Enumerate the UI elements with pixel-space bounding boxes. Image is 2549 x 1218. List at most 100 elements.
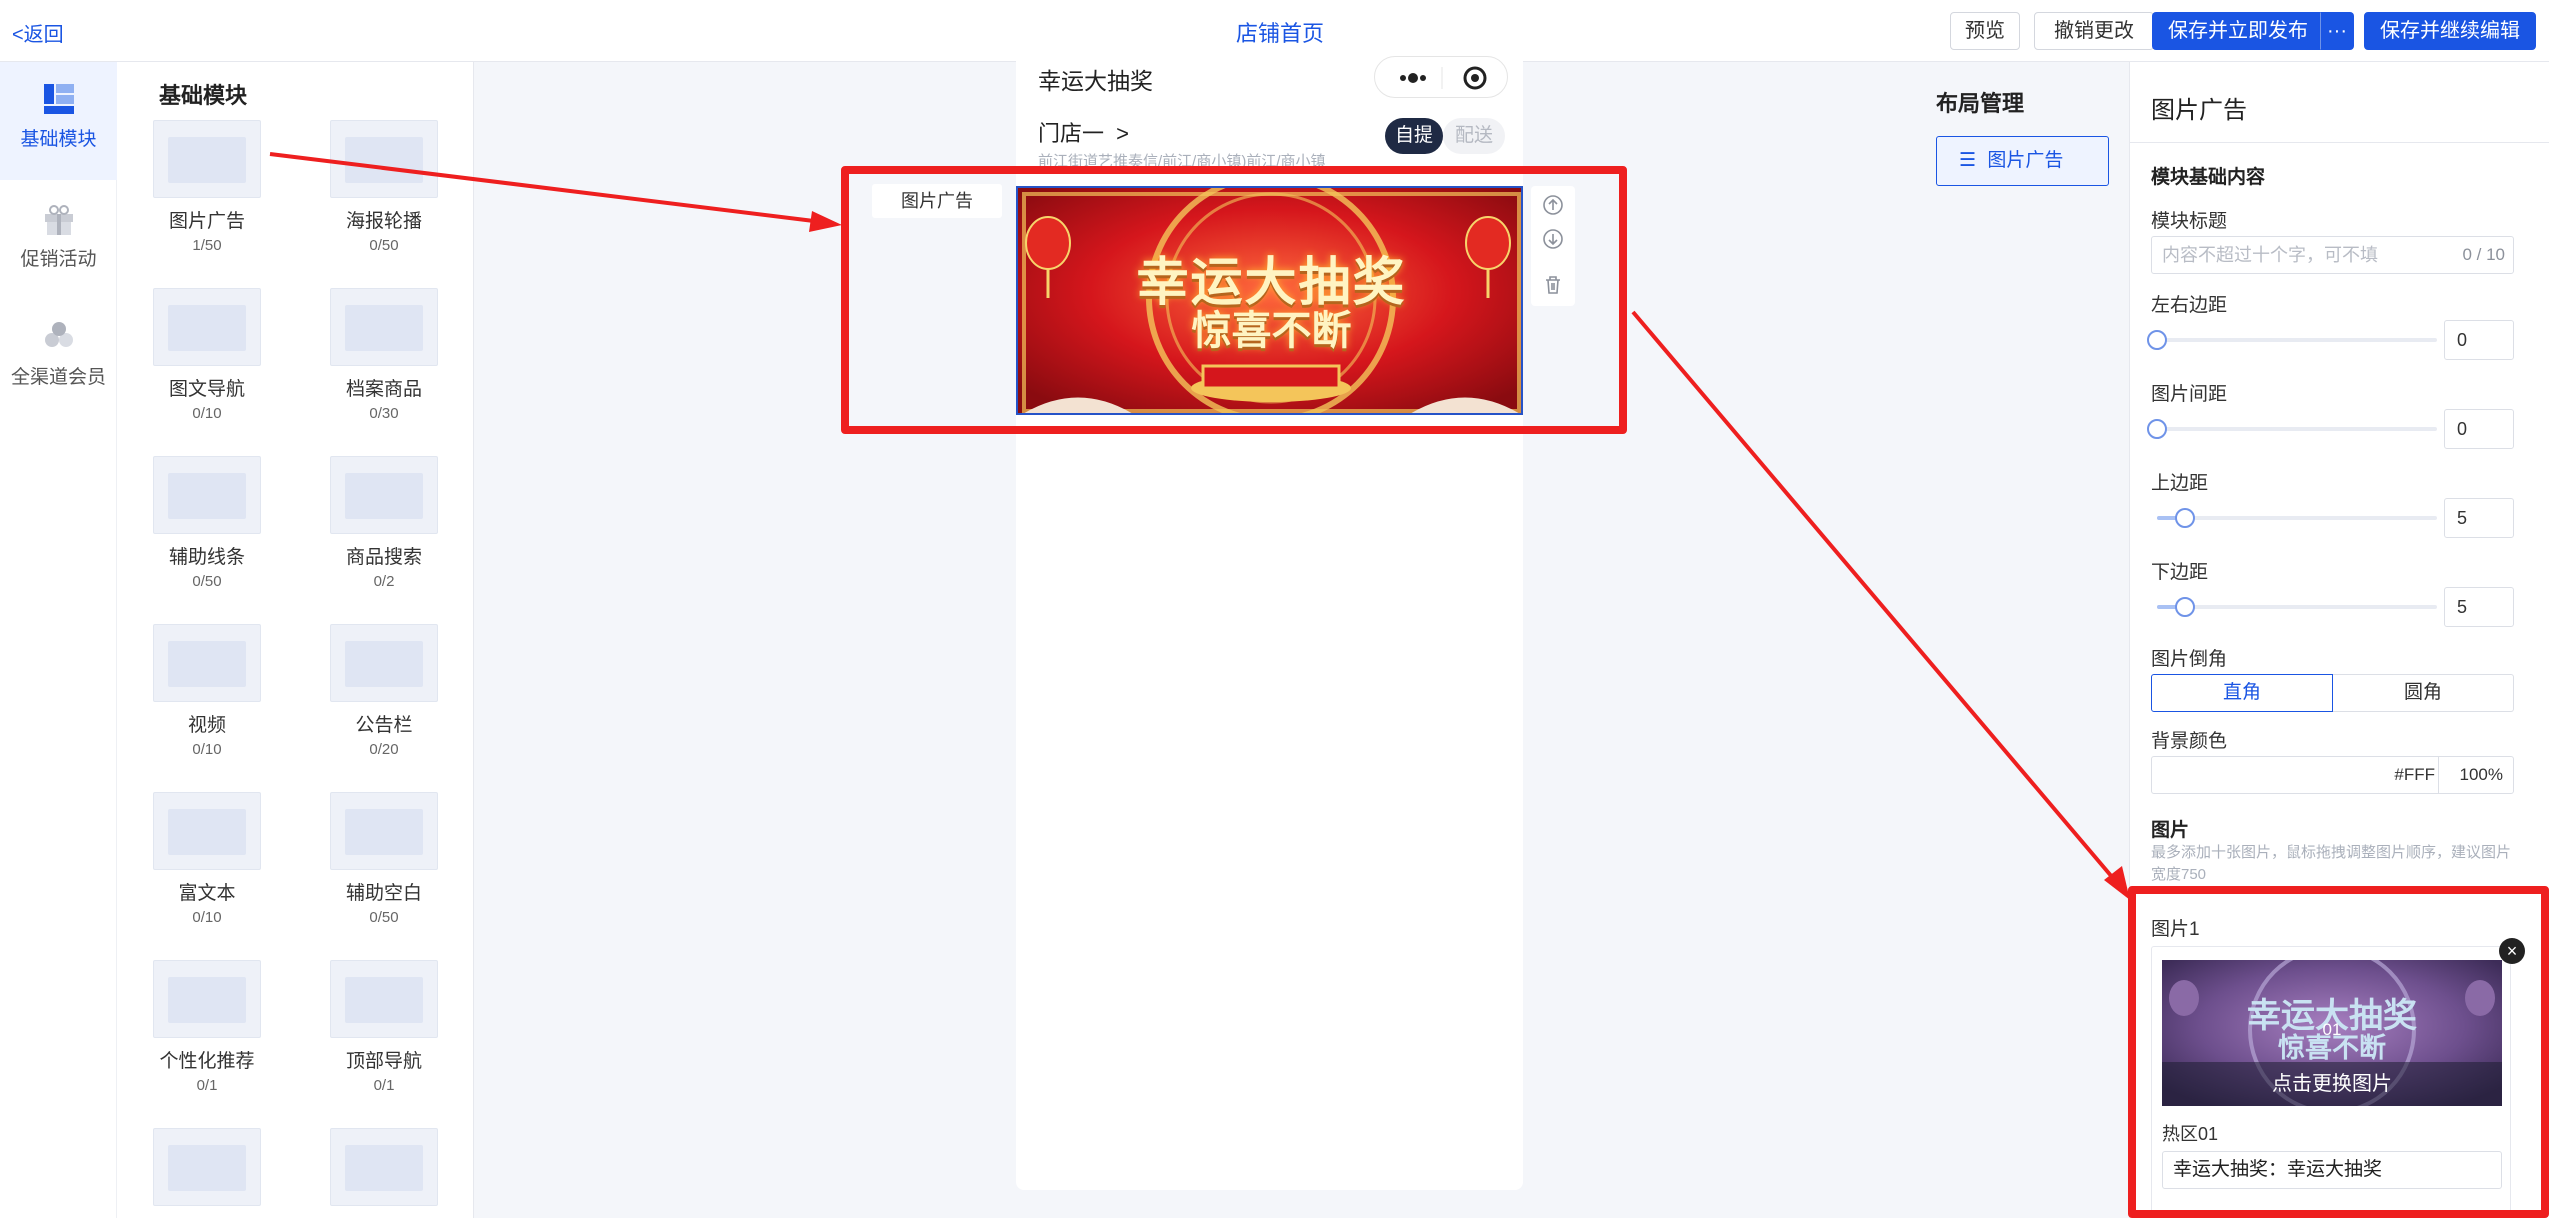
bottom-margin-label: 下边距 <box>2151 562 2209 583</box>
module-item[interactable]: 视频 0/10 <box>137 624 277 758</box>
gift-icon <box>44 205 73 235</box>
module-thumbnail <box>330 288 438 366</box>
rail-item-members[interactable]: 全渠道会员 <box>0 320 117 420</box>
module-item[interactable]: 辅助线条 0/50 <box>137 456 277 590</box>
divider <box>2129 142 2549 143</box>
bg-color-picker[interactable]: #FFF 100% <box>2151 756 2514 794</box>
module-item[interactable]: 图片广告 1/50 <box>137 120 277 254</box>
module-thumbnail <box>153 1128 261 1206</box>
module-name: 档案商品 <box>345 379 422 400</box>
module-thumbnail <box>330 456 438 534</box>
tab-store-home[interactable]: 店铺首页 <box>1236 16 1325 57</box>
layout-item-image-ad[interactable]: ☰ 图片广告 <box>1936 136 2109 186</box>
module-thumbnail <box>330 120 438 198</box>
slider-knob[interactable] <box>2147 419 2167 439</box>
member-icon <box>44 322 73 347</box>
more-dots-icon <box>1400 66 1487 90</box>
slider-knob[interactable] <box>2175 597 2195 617</box>
more-options-button[interactable]: ··· <box>2320 12 2354 50</box>
module-name: 顶部导航 <box>345 1051 422 1072</box>
module-count: 0/50 <box>369 909 399 926</box>
annotation-box-canvas <box>841 166 1627 434</box>
top-margin-label: 上边距 <box>2151 473 2209 494</box>
module-thumbnail <box>153 792 261 870</box>
module-count: 1/50 <box>192 237 222 254</box>
rail-label: 基础模块 <box>20 129 97 150</box>
module-name: 图文导航 <box>168 379 245 400</box>
store-name: 门店一 <box>1038 121 1105 146</box>
module-item[interactable] <box>314 1128 454 1214</box>
module-thumbnail <box>153 456 261 534</box>
list-icon: ☰ <box>1959 150 1977 171</box>
modules-icon <box>43 84 74 114</box>
chevron-right-icon: > <box>1116 121 1129 146</box>
module-item[interactable]: 海报轮播 0/50 <box>314 120 454 254</box>
preview-button[interactable]: 预览 <box>1950 12 2020 50</box>
save-publish-button[interactable]: 保存并立即发布 <box>2152 12 2324 50</box>
section-images: 图片 <box>2151 820 2190 841</box>
module-item[interactable]: 辅助空白 0/50 <box>314 792 454 926</box>
module-item[interactable]: 档案商品 0/30 <box>314 288 454 422</box>
module-count: 0/50 <box>369 237 399 254</box>
module-name: 个性化推荐 <box>159 1051 255 1072</box>
lr-margin-slider[interactable] <box>2147 330 2437 350</box>
module-name: 视频 <box>187 715 226 736</box>
module-thumbnail <box>153 288 261 366</box>
module-item[interactable] <box>137 1128 277 1214</box>
module-thumbnail <box>153 960 261 1038</box>
annotation-box-settings <box>2128 886 2549 1218</box>
module-thumbnail <box>153 624 261 702</box>
module-count: 0/50 <box>192 573 222 590</box>
slider-knob[interactable] <box>2147 330 2167 350</box>
lr-margin-input[interactable]: 0 <box>2444 320 2514 360</box>
module-title-input[interactable]: 内容不超过十个字，可不填 0 / 10 <box>2151 236 2514 274</box>
save-continue-button[interactable]: 保存并继续编辑 <box>2364 12 2536 50</box>
module-name: 公告栏 <box>355 715 413 736</box>
store-selector[interactable]: 门店一 > <box>1038 116 1129 148</box>
module-name: 图片广告 <box>168 211 245 232</box>
lr-margin-label: 左右边距 <box>2151 295 2228 316</box>
undo-button[interactable]: 撤销更改 <box>2034 12 2154 50</box>
module-item[interactable]: 个性化推荐 0/1 <box>137 960 277 1094</box>
bottom-margin-input[interactable]: 5 <box>2444 587 2514 627</box>
slider-knob[interactable] <box>2175 508 2195 528</box>
module-count: 0/20 <box>369 741 399 758</box>
delivery-toggle[interactable]: 配送 <box>1443 118 1505 154</box>
module-name: 富文本 <box>178 883 236 904</box>
corner-round-option[interactable]: 圆角 <box>2333 674 2514 712</box>
module-item[interactable]: 商品搜索 0/2 <box>314 456 454 590</box>
module-thumbnail <box>330 792 438 870</box>
images-hint: 最多添加十张图片，鼠标拖拽调整图片顺序，建议图片宽度750 <box>2151 844 2512 883</box>
bg-color-label: 背景颜色 <box>2151 731 2228 752</box>
module-item[interactable]: 图文导航 0/10 <box>137 288 277 422</box>
module-item[interactable]: 富文本 0/10 <box>137 792 277 926</box>
module-title-placeholder: 内容不超过十个字，可不填 <box>2162 245 2378 265</box>
page-title: 幸运大抽奖 <box>1038 68 1153 94</box>
rail-item-basic-modules[interactable]: 基础模块 <box>0 62 117 180</box>
rail-item-promotions[interactable]: 促销活动 <box>0 202 117 302</box>
settings-header: 图片广告 <box>2151 97 2247 124</box>
top-margin-input[interactable]: 5 <box>2444 498 2514 538</box>
module-thumbnail <box>330 624 438 702</box>
module-thumbnail <box>153 120 261 198</box>
img-gap-input[interactable]: 0 <box>2444 409 2514 449</box>
module-count: 0/2 <box>373 573 395 590</box>
bg-opacity[interactable]: 100% <box>2460 757 2503 793</box>
img-gap-slider[interactable] <box>2147 419 2437 439</box>
layout-item-label: 图片广告 <box>1987 150 2064 171</box>
corner-square-option[interactable]: 直角 <box>2151 674 2333 712</box>
bottom-margin-slider[interactable] <box>2157 597 2437 617</box>
module-count: 0/10 <box>192 741 222 758</box>
top-margin-slider[interactable] <box>2157 508 2437 528</box>
bg-color-hex: #FFF <box>2394 765 2435 784</box>
left-rail: 基础模块 促销活动 全渠道会员 <box>0 62 117 1218</box>
rail-label: 全渠道会员 <box>10 367 106 388</box>
module-title-label: 模块标题 <box>2151 211 2228 232</box>
module-item[interactable]: 顶部导航 0/1 <box>314 960 454 1094</box>
module-thumbnail <box>330 960 438 1038</box>
module-count: 0/1 <box>373 1077 395 1094</box>
pickup-toggle[interactable]: 自提 <box>1385 118 1443 154</box>
module-name: 海报轮播 <box>345 211 422 232</box>
back-link[interactable]: <返回 <box>12 18 64 47</box>
module-item[interactable]: 公告栏 0/20 <box>314 624 454 758</box>
